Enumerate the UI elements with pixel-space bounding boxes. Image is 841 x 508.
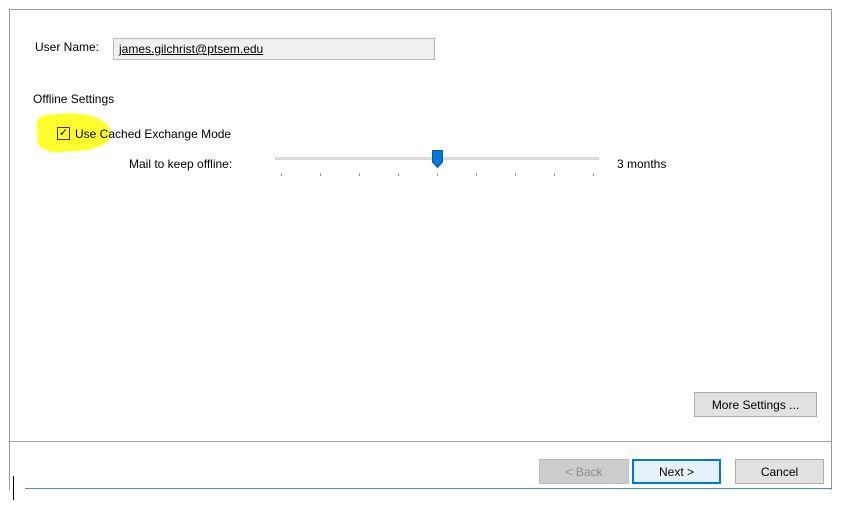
slider-thumb-icon[interactable]: [431, 150, 443, 168]
slider-tick: [359, 173, 360, 176]
slider-tick: [593, 173, 594, 176]
mail-offline-label: Mail to keep offline:: [129, 157, 233, 171]
footer-separator: [10, 441, 831, 442]
check-icon: ✓: [58, 127, 69, 139]
user-name-label: User Name:: [35, 40, 100, 54]
slider-tick: [515, 173, 516, 176]
user-name-field[interactable]: james.gilchrist@ptsem.edu: [113, 38, 435, 60]
cached-mode-checkbox[interactable]: ✓: [57, 127, 70, 140]
next-button[interactable]: Next >: [632, 459, 721, 484]
slider-tick: [476, 173, 477, 176]
mail-offline-value: 3 months: [617, 157, 667, 171]
slider-tick: [554, 173, 555, 176]
slider-tick: [320, 173, 321, 176]
corner-mark: ▔: [812, 0, 819, 6]
slider-tick: [281, 173, 282, 176]
mail-offline-slider[interactable]: [275, 150, 599, 180]
back-button[interactable]: < Back: [539, 459, 629, 484]
cached-mode-label[interactable]: Use Cached Exchange Mode: [75, 127, 231, 141]
slider-tick: [398, 173, 399, 176]
offline-settings-heading: Offline Settings: [33, 92, 115, 106]
dialog-frame: [9, 9, 832, 490]
slider-tick: [437, 173, 438, 176]
frame-bottom-rule: [25, 488, 832, 489]
more-settings-button[interactable]: More Settings ...: [694, 392, 817, 417]
text-cursor: [13, 476, 14, 500]
cancel-button[interactable]: Cancel: [735, 459, 824, 484]
